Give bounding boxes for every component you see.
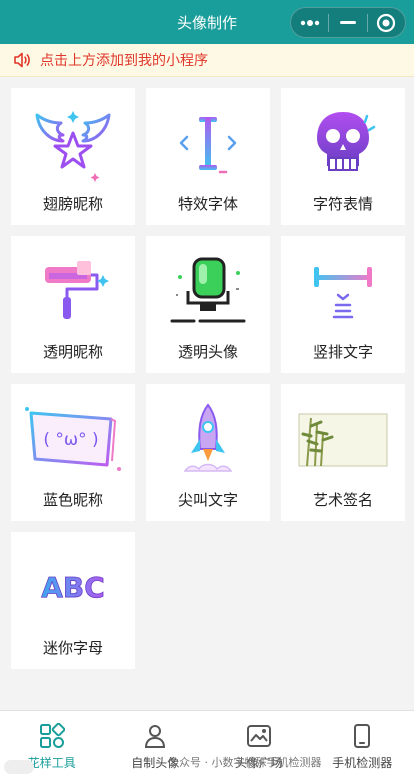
tool-card-transparent-nickname[interactable]: 透明昵称 — [11, 236, 135, 373]
tab-label: 手机检测器 — [332, 756, 393, 770]
vertical-text-icon — [314, 267, 372, 319]
wings-star-icon — [35, 111, 111, 182]
tool-label: 尖叫文字 — [177, 491, 238, 509]
watermark-text: 公众号 · 小数字特殊手机检测器 — [168, 756, 322, 769]
abc-text: ABC — [41, 571, 105, 604]
rocket-icon — [183, 403, 233, 472]
tool-label: 字符表情 — [312, 195, 373, 213]
tool-card-mini-letters[interactable]: ABC 迷你字母 — [11, 532, 135, 669]
tab-phone-detector[interactable]: 手机检测器 — [311, 711, 414, 780]
tool-card-scream-text[interactable]: 尖叫文字 — [146, 384, 270, 521]
notice-text: 点击上方添加到我的小程序 — [40, 53, 208, 69]
tools-grid-icon — [39, 723, 65, 748]
tool-card-art-signature[interactable]: 艺术签名 — [281, 384, 405, 521]
app-header: 头像制作 — [0, 0, 414, 44]
speaker-icon — [14, 52, 30, 68]
minimize-button[interactable] — [329, 8, 366, 37]
phone-icon — [354, 724, 371, 748]
tool-card-character-emoji[interactable]: 字符表情 — [281, 88, 405, 225]
tool-label: 蓝色昵称 — [42, 491, 103, 509]
tool-label: 透明头像 — [177, 343, 238, 361]
tool-label: 透明昵称 — [42, 343, 103, 361]
user-avatar-icon — [145, 725, 166, 748]
tool-label: 迷你字母 — [42, 639, 103, 657]
tool-card-effect-font[interactable]: 特效字体 — [146, 88, 270, 225]
close-target-icon — [377, 13, 396, 32]
skull-icon — [317, 112, 376, 171]
abc-letters-icon: ABC — [41, 571, 105, 605]
tool-label: 翅膀昵称 — [42, 195, 103, 213]
tool-label: 艺术签名 — [312, 491, 373, 509]
tool-grid: 翅膀昵称 特效字体 字符表情 透明昵称 透明头像 竖排文字 (°ω°) 蓝色… — [11, 88, 405, 669]
watermark-badge — [4, 760, 34, 774]
mini-program-capsule — [290, 7, 406, 38]
minimize-icon — [339, 20, 356, 24]
paint-roller-icon — [45, 261, 109, 319]
picture-icon — [246, 725, 271, 747]
green-avatar-icon — [170, 257, 246, 323]
tool-label: 特效字体 — [177, 195, 238, 213]
close-button[interactable] — [368, 8, 405, 37]
more-menu-button[interactable] — [291, 8, 328, 37]
tool-card-wings-nickname[interactable]: 翅膀昵称 — [11, 88, 135, 225]
tool-card-vertical-text[interactable]: 竖排文字 — [281, 236, 405, 373]
bamboo-painting-icon — [298, 413, 388, 467]
tool-card-transparent-avatar[interactable]: 透明头像 — [146, 236, 270, 373]
text-cursor-icon — [179, 117, 237, 174]
tool-card-blue-nickname[interactable]: ( °ω° ) 蓝色昵称 — [11, 384, 135, 521]
kaomoji-text: ( °ω° ) — [43, 430, 98, 450]
add-mini-program-notice: 点击上方添加到我的小程序 — [0, 44, 414, 77]
more-dots-icon — [300, 19, 319, 26]
kaomoji-card-icon: ( °ω° ) — [25, 407, 121, 471]
tool-label: 竖排文字 — [312, 343, 373, 361]
